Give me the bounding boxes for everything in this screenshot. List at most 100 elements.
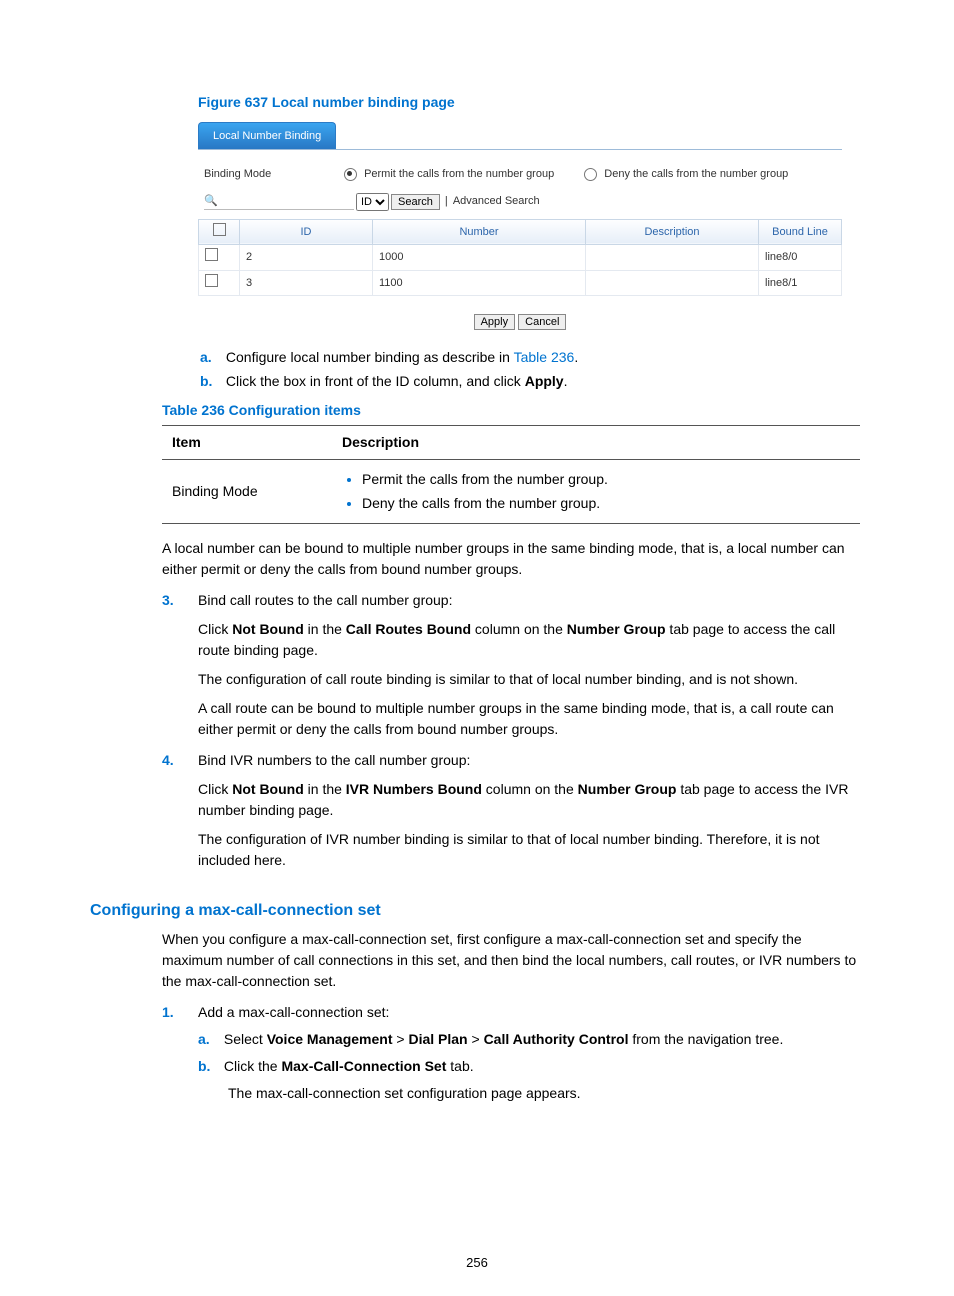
- search-button[interactable]: Search: [391, 194, 440, 210]
- txt: >: [392, 1031, 408, 1047]
- bold: Voice Management: [267, 1031, 393, 1047]
- apply-button[interactable]: Apply: [474, 314, 516, 330]
- step-4-p2: The configuration of IVR number binding …: [198, 829, 864, 871]
- step-3-p1: Click Not Bound in the Call Routes Bound…: [198, 619, 864, 661]
- radio-icon: [344, 168, 357, 181]
- page-number: 256: [0, 1253, 954, 1273]
- cell-id: 2: [240, 245, 373, 271]
- radio-deny-label: Deny the calls from the number group: [604, 168, 788, 180]
- tab-bar: Local Number Binding: [198, 123, 842, 150]
- step-1: 1. Add a max-call-connection set: a. Sel…: [162, 1002, 864, 1104]
- cfg-desc-list: Permit the calls from the number group. …: [342, 469, 850, 514]
- checkbox-all[interactable]: [213, 223, 226, 236]
- txt: column on the: [471, 621, 567, 637]
- row-checkbox[interactable]: [205, 248, 218, 261]
- search-row: 🔍 ID Search | Advanced Search: [198, 189, 842, 215]
- radio-permit[interactable]: Permit the calls from the number group: [344, 166, 554, 183]
- results-table: ID Number Description Bound Line 2 1000 …: [198, 219, 842, 297]
- txt: Click the: [224, 1058, 282, 1074]
- cancel-button[interactable]: Cancel: [518, 314, 566, 330]
- marker-4: 4.: [162, 750, 174, 771]
- substep-a-suffix: .: [574, 349, 578, 365]
- txt: tab.: [446, 1058, 473, 1074]
- bold: Number Group: [578, 781, 677, 797]
- row-checkbox[interactable]: [205, 274, 218, 287]
- step-4: 4. Bind IVR numbers to the call number g…: [162, 750, 864, 871]
- binding-mode-label: Binding Mode: [204, 166, 314, 183]
- substep-b-suffix: .: [564, 373, 568, 389]
- cfg-head-item: Item: [162, 425, 332, 459]
- table-header-row: ID Number Description Bound Line: [199, 219, 842, 245]
- step-1b: b. Click the Max-Call-Connection Set tab…: [198, 1056, 864, 1104]
- step-3-label: Bind call routes to the call number grou…: [198, 592, 452, 608]
- bold: Not Bound: [232, 621, 304, 637]
- step-1-label: Add a max-call-connection set:: [198, 1004, 389, 1020]
- bold: IVR Numbers Bound: [346, 781, 482, 797]
- step-1a: a. Select Voice Management > Dial Plan >…: [198, 1029, 864, 1050]
- section-steps: 1. Add a max-call-connection set: a. Sel…: [162, 1002, 864, 1104]
- bold: Max-Call-Connection Set: [281, 1058, 446, 1074]
- divider: |: [442, 193, 451, 210]
- cfg-bullet: Deny the calls from the number group.: [362, 493, 850, 514]
- section-intro: When you configure a max-call-connection…: [162, 929, 864, 992]
- marker-b: b.: [198, 1056, 220, 1077]
- cfg-item: Binding Mode: [162, 459, 332, 523]
- main-steps: 3. Bind call routes to the call number g…: [162, 590, 864, 871]
- marker-a: a.: [200, 347, 222, 368]
- body-paragraph: A local number can be bound to multiple …: [162, 538, 864, 580]
- section-heading: Configuring a max-call-connection set: [90, 899, 864, 923]
- figure-substeps: a. Configure local number binding as des…: [200, 347, 864, 392]
- txt: Click: [198, 781, 232, 797]
- table-236-link[interactable]: Table 236: [514, 349, 575, 365]
- cell-number: 1000: [373, 245, 586, 271]
- search-type-select[interactable]: ID: [356, 193, 389, 211]
- txt: from the navigation tree.: [628, 1031, 783, 1047]
- apply-cancel-row: Apply Cancel: [198, 296, 842, 337]
- search-icon: 🔍: [204, 193, 354, 211]
- table-236-title: Table 236 Configuration items: [162, 400, 864, 421]
- bold: Dial Plan: [408, 1031, 467, 1047]
- txt: in the: [304, 621, 346, 637]
- config-items-table: Item Description Binding Mode Permit the…: [162, 425, 860, 524]
- substep-b-prefix: Click the box in front of the ID column,…: [226, 373, 525, 389]
- figure-title: Figure 637 Local number binding page: [198, 92, 864, 113]
- txt: Select: [224, 1031, 267, 1047]
- cfg-bullet: Permit the calls from the number group.: [362, 469, 850, 490]
- radio-permit-label: Permit the calls from the number group: [364, 168, 554, 180]
- marker-3: 3.: [162, 590, 174, 611]
- tab-local-number-binding[interactable]: Local Number Binding: [198, 122, 336, 149]
- figure-panel: Local Number Binding Binding Mode Permit…: [198, 123, 842, 337]
- cell-bound-line: line8/1: [759, 270, 842, 296]
- marker-a: a.: [198, 1029, 220, 1050]
- cfg-head-desc: Description: [332, 425, 860, 459]
- col-description: Description: [586, 219, 759, 245]
- substep-a: a. Configure local number binding as des…: [200, 347, 864, 368]
- bold: Call Routes Bound: [346, 621, 471, 637]
- cell-bound-line: line8/0: [759, 245, 842, 271]
- txt: in the: [304, 781, 346, 797]
- marker-b: b.: [200, 371, 222, 392]
- step-4-p1: Click Not Bound in the IVR Numbers Bound…: [198, 779, 864, 821]
- step-4-label: Bind IVR numbers to the call number grou…: [198, 752, 470, 768]
- txt: >: [468, 1031, 484, 1047]
- radio-deny[interactable]: Deny the calls from the number group: [584, 166, 788, 183]
- step-1-substeps: a. Select Voice Management > Dial Plan >…: [198, 1029, 864, 1104]
- apply-bold: Apply: [525, 373, 564, 389]
- cell-number: 1100: [373, 270, 586, 296]
- advanced-search-link[interactable]: Advanced Search: [453, 193, 540, 210]
- col-number: Number: [373, 219, 586, 245]
- col-select: [199, 219, 240, 245]
- table-row: 3 1100 line8/1: [199, 270, 842, 296]
- substep-b: b. Click the box in front of the ID colu…: [200, 371, 864, 392]
- bold: Number Group: [567, 621, 666, 637]
- bold: Call Authority Control: [484, 1031, 629, 1047]
- col-bound-line: Bound Line: [759, 219, 842, 245]
- step-3-p2: The configuration of call route binding …: [198, 669, 864, 690]
- col-id: ID: [240, 219, 373, 245]
- binding-mode-row: Binding Mode Permit the calls from the n…: [198, 150, 842, 189]
- cell-description: [586, 245, 759, 271]
- table-row: 2 1000 line8/0: [199, 245, 842, 271]
- radio-icon: [584, 168, 597, 181]
- step-3: 3. Bind call routes to the call number g…: [162, 590, 864, 740]
- step-3-p3: A call route can be bound to multiple nu…: [198, 698, 864, 740]
